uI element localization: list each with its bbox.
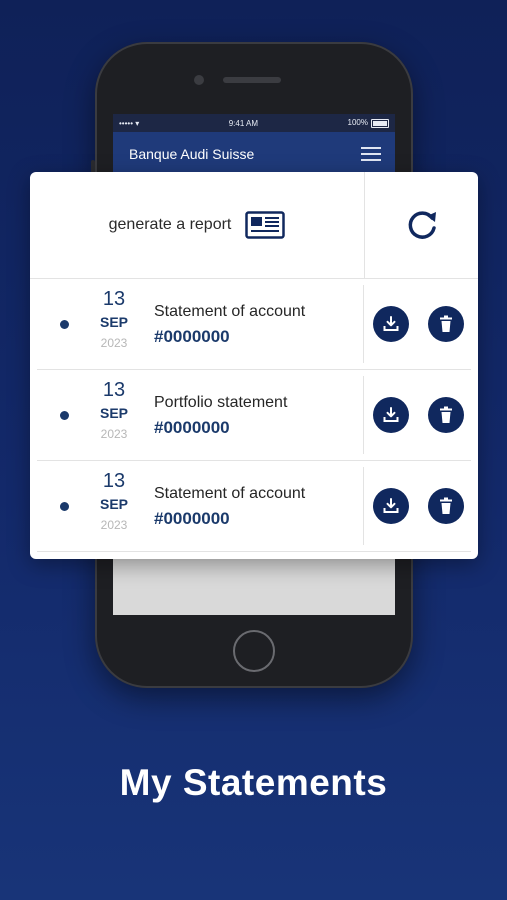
statement-date: 13 SEP 2023 [91, 469, 137, 535]
download-icon [383, 498, 399, 513]
speaker-grille [223, 77, 281, 83]
download-button[interactable] [373, 397, 409, 433]
delete-button[interactable] [428, 397, 464, 433]
card-header: generate a report [30, 172, 478, 279]
date-year: 2023 [100, 427, 128, 441]
statement-title: Portfolio statement [154, 394, 288, 411]
app-navbar: Banque Audi Suisse [113, 132, 395, 176]
statement-number: #0000000 [154, 509, 230, 528]
trash-icon [440, 315, 452, 332]
front-camera [194, 75, 204, 85]
page-caption: My Statements [119, 762, 388, 803]
download-icon [383, 316, 399, 331]
battery-text: 100% [347, 118, 368, 128]
statement-date: 13 SEP 2023 [91, 378, 137, 444]
app-title: Banque Audi Suisse [129, 146, 255, 162]
statement-title: Statement of account [154, 303, 306, 320]
statement-row[interactable]: 13 SEP 2023 Statement of account #000000… [37, 461, 471, 552]
status-time: 9:41 AM [228, 118, 259, 128]
statement-number: #0000000 [154, 327, 230, 346]
statements-card: generate a report 13 SEP 2023 Statement … [30, 172, 478, 559]
download-icon [383, 407, 399, 422]
generate-report-button[interactable]: generate a report [30, 172, 364, 278]
statement-title: Statement of account [154, 485, 306, 502]
statement-number: #0000000 [154, 418, 230, 437]
battery-indicator: 100% [347, 118, 389, 128]
bullet-icon [60, 320, 69, 329]
delete-button[interactable] [428, 488, 464, 524]
battery-icon [370, 118, 389, 128]
trash-icon [440, 406, 452, 423]
refresh-button[interactable] [365, 172, 478, 278]
statement-row[interactable]: 13 SEP 2023 Portfolio statement #0000000 [37, 370, 471, 461]
trash-icon [440, 497, 452, 514]
status-bar: ••••• ▾ 9:41 AM 100% [113, 114, 395, 132]
date-year: 2023 [100, 518, 128, 532]
bullet-icon [60, 502, 69, 511]
download-button[interactable] [373, 306, 409, 342]
date-year: 2023 [100, 336, 128, 350]
home-button [233, 630, 275, 672]
bullet-icon [60, 411, 69, 420]
delete-button[interactable] [428, 306, 464, 342]
refresh-icon [408, 211, 436, 239]
signal-indicator: ••••• ▾ [119, 118, 140, 128]
row-divider [363, 467, 364, 545]
date-month: SEP [99, 405, 128, 421]
generate-report-label: generate a report [108, 216, 232, 233]
date-day: 13 [102, 470, 126, 492]
row-divider [363, 285, 364, 363]
statement-list: 13 SEP 2023 Statement of account #000000… [30, 279, 478, 552]
newspaper-icon [245, 211, 286, 239]
statement-row[interactable]: 13 SEP 2023 Statement of account #000000… [37, 279, 471, 370]
date-month: SEP [99, 496, 128, 512]
row-divider [363, 376, 364, 454]
menu-icon[interactable] [361, 147, 381, 161]
statement-date: 13 SEP 2023 [91, 287, 137, 353]
date-day: 13 [102, 288, 126, 310]
date-month: SEP [99, 314, 128, 330]
download-button[interactable] [373, 488, 409, 524]
date-day: 13 [102, 379, 126, 401]
